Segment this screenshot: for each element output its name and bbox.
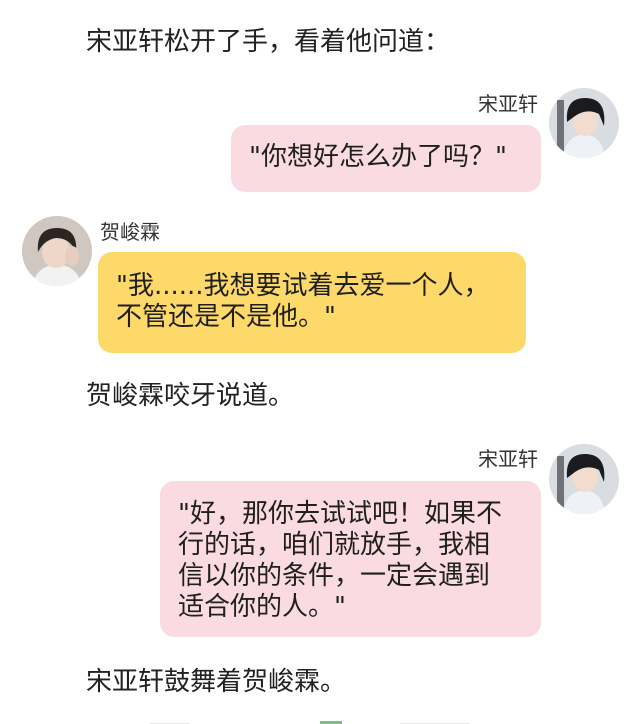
- avatar-he-junlin: [22, 216, 92, 286]
- avatar-song-yaxuan-2: [549, 444, 619, 514]
- cutoff-decoration: [150, 721, 470, 724]
- avatar-image: [549, 444, 619, 514]
- message-1-text: "你想好怎么办了吗？": [249, 142, 507, 172]
- message-2-line-1: "我......我想要试着去爱一个人，: [116, 271, 490, 301]
- sender-name-song-yaxuan-1: 宋亚轩: [478, 92, 538, 116]
- message-bubble-3: "好，那你去试试吧！如果不 行的话，咱们就放手，我相 信以你的条件，一定会遇到 …: [160, 481, 541, 637]
- sender-name-he-junlin: 贺峻霖: [100, 220, 160, 244]
- cutoff-next-row: [0, 712, 640, 724]
- message-bubble-2: "我......我想要试着去爱一个人， 不管还是不是他。": [98, 252, 526, 353]
- avatar-image: [22, 216, 92, 286]
- narration-2: 贺峻霖咬牙说道。: [86, 381, 295, 411]
- message-2-line-2: 不管还是不是他。": [116, 302, 336, 332]
- narration-3: 宋亚轩鼓舞着贺峻霖。: [86, 667, 347, 697]
- narration-1: 宋亚轩松开了手，看着他问道：: [86, 27, 451, 57]
- message-3-line-1: "好，那你去试试吧！如果不: [178, 499, 502, 529]
- message-3-line-3: 信以你的条件，一定会遇到: [178, 561, 491, 591]
- message-3-line-4: 适合你的人。": [178, 592, 346, 622]
- avatar-song-yaxuan-1: [549, 88, 619, 158]
- message-3-line-2: 行的话，咱们就放手，我相: [178, 530, 491, 560]
- message-bubble-1: "你想好怎么办了吗？": [231, 125, 541, 192]
- sender-name-song-yaxuan-2: 宋亚轩: [478, 447, 538, 471]
- avatar-image: [549, 88, 619, 158]
